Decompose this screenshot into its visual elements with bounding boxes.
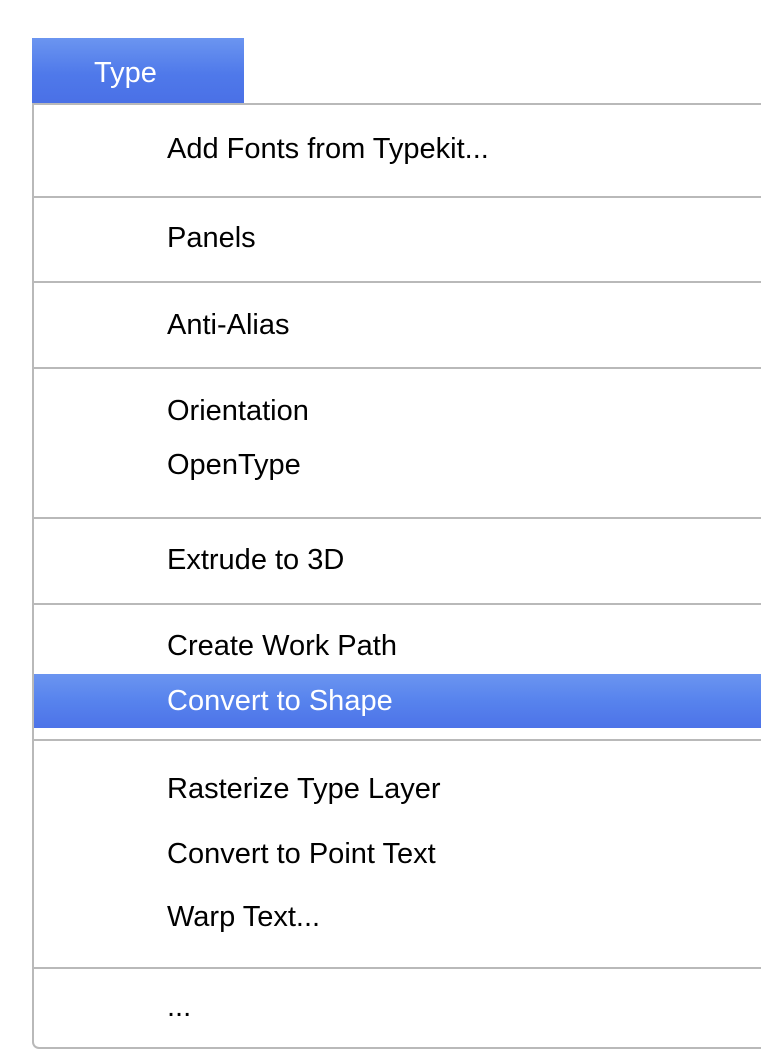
menu-screen: Type Add Fonts from Typekit... Panels An… xyxy=(0,0,761,1052)
menu-item-create-work-path[interactable]: Create Work Path xyxy=(34,619,761,673)
menu-separator xyxy=(34,196,761,198)
menu-item-anti-alias[interactable]: Anti-Alias xyxy=(34,298,761,352)
menu-separator xyxy=(34,739,761,741)
menu-item-more[interactable]: ... xyxy=(34,980,761,1034)
menu-item-convert-to-point-text[interactable]: Convert to Point Text xyxy=(34,827,761,881)
menu-item-rasterize-type-layer[interactable]: Rasterize Type Layer xyxy=(34,762,761,816)
menu-item-convert-to-shape[interactable]: Convert to Shape xyxy=(34,674,761,728)
menu-separator xyxy=(34,967,761,969)
menu-separator xyxy=(34,603,761,605)
menu-separator xyxy=(34,517,761,519)
menu-item-extrude-to-3d[interactable]: Extrude to 3D xyxy=(34,533,761,587)
menu-item-warp-text[interactable]: Warp Text... xyxy=(34,890,761,944)
menu-item-add-fonts-from-typekit[interactable]: Add Fonts from Typekit... xyxy=(34,122,761,176)
menu-separator xyxy=(34,367,761,369)
menu-separator xyxy=(34,281,761,283)
menu-item-opentype[interactable]: OpenType xyxy=(34,438,761,492)
type-menu-dropdown: Add Fonts from Typekit... Panels Anti-Al… xyxy=(32,103,761,1049)
type-menu-title[interactable]: Type xyxy=(32,38,244,104)
menu-item-orientation[interactable]: Orientation xyxy=(34,384,761,438)
menu-item-panels[interactable]: Panels xyxy=(34,211,761,265)
